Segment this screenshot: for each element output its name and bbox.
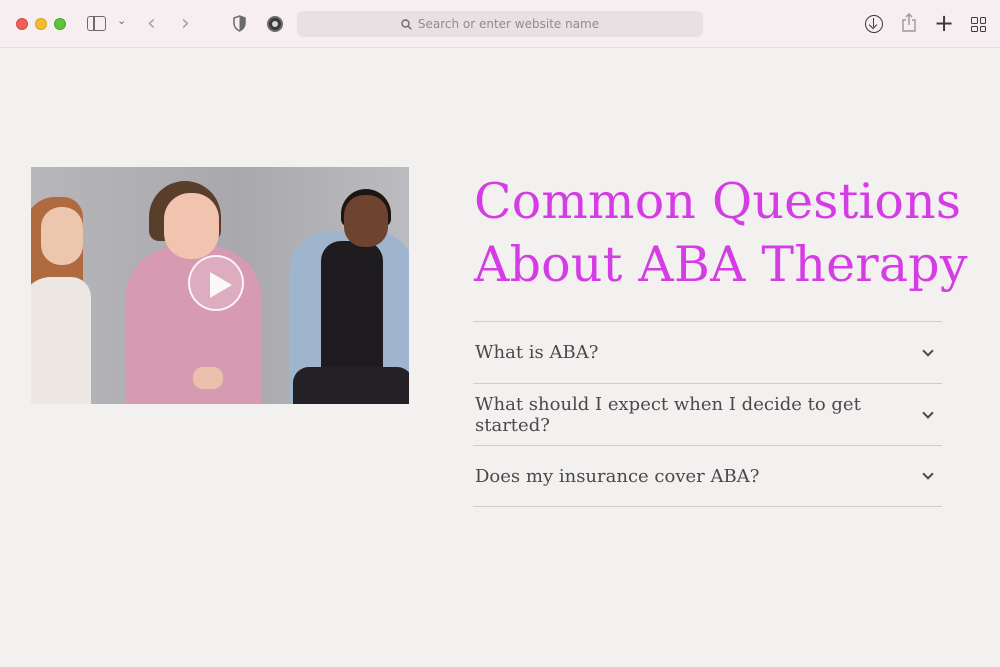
faq-accordion: What is ABA? What should I expect when I… [473, 321, 942, 507]
person-left-face [41, 207, 83, 265]
person-left-body [31, 277, 91, 404]
maximize-window-button[interactable] [54, 18, 66, 30]
video-thumbnail[interactable] [31, 167, 409, 404]
person-center-face [164, 193, 219, 259]
minimize-window-button[interactable] [35, 18, 47, 30]
faq-question: What is ABA? [475, 342, 599, 363]
play-icon[interactable] [188, 255, 244, 311]
plus-icon[interactable]: + [934, 9, 954, 37]
tab-overview-icon[interactable] [971, 17, 986, 32]
page-title-line-2: About ABA Therapy [474, 236, 968, 293]
sidebar-icon[interactable] [87, 16, 106, 31]
download-icon[interactable] [865, 15, 883, 33]
close-window-button[interactable] [16, 18, 28, 30]
faq-item-what-is-aba[interactable]: What is ABA? [473, 321, 942, 383]
faq-item-insurance[interactable]: Does my insurance cover ABA? [473, 445, 942, 507]
share-icon[interactable] [901, 13, 917, 33]
chevron-down-icon[interactable] [922, 468, 934, 480]
page-title: Common Questions About ABA Therapy [474, 170, 974, 296]
shield-icon[interactable] [233, 15, 246, 32]
chevron-down-icon[interactable]: ⌄ [117, 14, 126, 27]
faq-question: Does my insurance cover ABA? [475, 465, 760, 487]
search-icon [401, 18, 412, 30]
privacy-report-icon[interactable] [267, 16, 283, 32]
address-placeholder: Search or enter website name [417, 17, 600, 31]
back-arrow-icon[interactable]: ‹ [147, 11, 156, 36]
person-center-hand [193, 367, 223, 389]
page-title-line-1: Common Questions [474, 173, 962, 230]
address-bar[interactable]: Search or enter website name [297, 11, 703, 37]
faq-question: What should I expect when I decide to ge… [475, 393, 861, 436]
person-right-legs [293, 367, 409, 404]
faq-item-what-to-expect[interactable]: What should I expect when I decide to ge… [473, 383, 942, 445]
forward-arrow-icon[interactable]: › [181, 11, 190, 36]
browser-toolbar: ⌄ ‹ › Search or enter website name + [0, 0, 1000, 48]
chevron-down-icon[interactable] [922, 344, 934, 357]
person-right-face [344, 195, 388, 247]
